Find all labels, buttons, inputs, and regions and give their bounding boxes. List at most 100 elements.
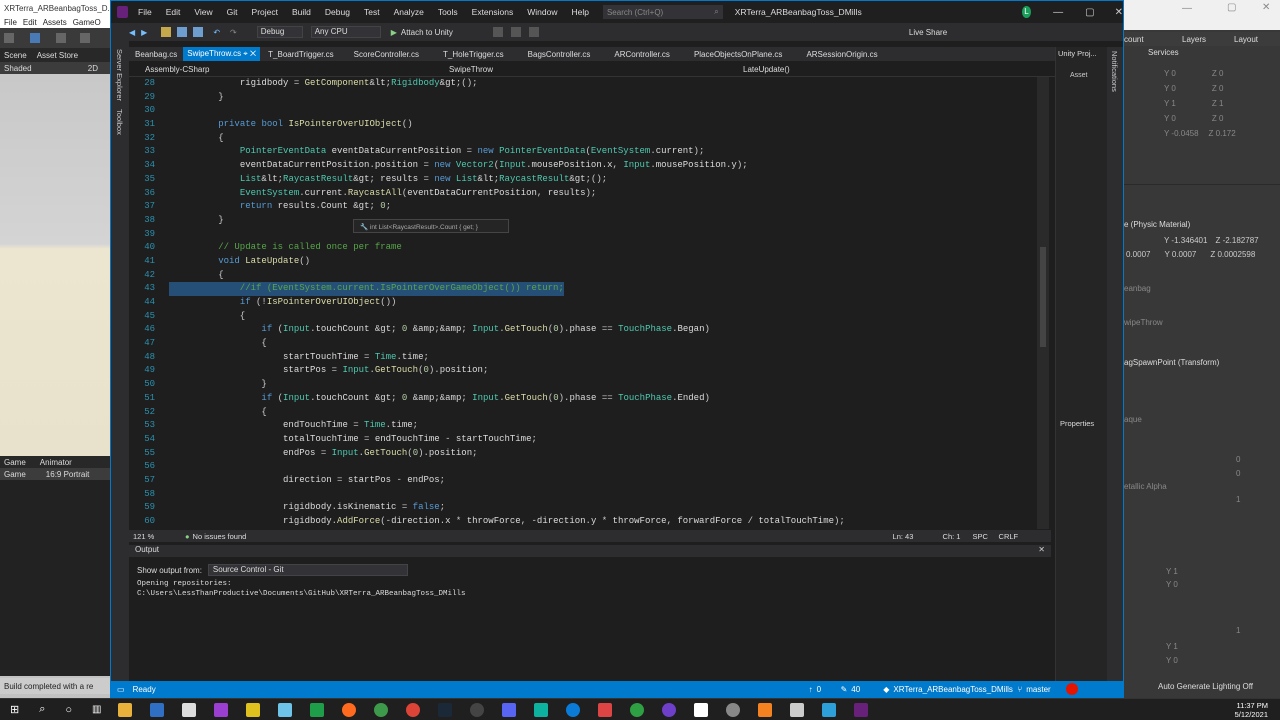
code-editor[interactable]: 28 rigidbody = GetComponent&lt;Rigidbody…	[129, 77, 1037, 529]
code-line[interactable]: 30	[129, 104, 1037, 118]
unity-menu-gameobject[interactable]: GameO	[73, 18, 101, 27]
aspect-dropdown[interactable]: 16:9 Portrait	[46, 470, 90, 479]
issues-status[interactable]: No issues found	[193, 532, 893, 541]
whitespace-mode[interactable]: SPC	[973, 532, 999, 541]
account-dropdown[interactable]: count	[1124, 35, 1168, 44]
chrome-icon[interactable]	[373, 702, 388, 717]
move-tool-icon[interactable]	[30, 33, 40, 43]
excel-icon[interactable]	[309, 702, 324, 717]
menu-test[interactable]: Test	[364, 7, 380, 17]
server-explorer-tab[interactable]: Server Explorer	[115, 49, 124, 101]
app-icon[interactable]	[533, 702, 548, 717]
branch-name[interactable]: master	[1026, 685, 1066, 694]
repo-name[interactable]: XRTerra_ARBeanbagToss_DMills	[893, 685, 1017, 694]
minimize-icon[interactable]: —	[1182, 3, 1192, 14]
discord-icon[interactable]	[501, 702, 516, 717]
nav-class-dropdown[interactable]: SwipeThrow	[429, 65, 719, 74]
code-line[interactable]: 52 {	[129, 406, 1037, 420]
tab-arcontroller[interactable]: ARController.cs	[602, 50, 682, 59]
code-line[interactable]: 39	[129, 228, 1037, 242]
app-icon[interactable]	[469, 702, 484, 717]
visual-studio-icon[interactable]	[853, 702, 868, 717]
transform-z[interactable]: Z 0	[1212, 69, 1224, 78]
display-dropdown[interactable]: Game	[4, 470, 26, 479]
push-count[interactable]: 0	[817, 685, 841, 694]
close-icon[interactable]: ✕	[1262, 2, 1270, 13]
layout-dropdown[interactable]: Layout	[1232, 35, 1258, 44]
menu-debug[interactable]: Debug	[325, 7, 350, 17]
physics-y[interactable]: Y -1.346401	[1164, 236, 1207, 245]
transform-y[interactable]: Y 0	[1164, 114, 1176, 123]
tab-beanbag[interactable]: Beanbag.cs	[129, 50, 183, 59]
edge-icon[interactable]	[565, 702, 580, 717]
menu-build[interactable]: Build	[292, 7, 311, 17]
bottom-value-4[interactable]: Y 1	[1166, 642, 1178, 651]
app-icon[interactable]	[597, 702, 612, 717]
tab-holetrigger[interactable]: T_HoleTrigger.cs	[431, 50, 516, 59]
toolbar-icon[interactable]	[528, 27, 539, 37]
tab-scorecontroller[interactable]: ScoreController.cs	[342, 50, 431, 59]
code-line[interactable]: 29 }	[129, 91, 1037, 105]
config-dropdown[interactable]: Debug	[256, 26, 303, 38]
menu-git[interactable]: Git	[227, 7, 238, 17]
unity-icon[interactable]	[693, 702, 708, 717]
code-line[interactable]: 47 {	[129, 337, 1037, 351]
material-value-3[interactable]: 1	[1236, 495, 1240, 504]
code-line[interactable]: 53 endTouchTime = Time.time;	[129, 419, 1037, 433]
save-all-icon[interactable]	[193, 27, 204, 37]
forward-icon[interactable]: ▶	[141, 28, 147, 37]
cortana-icon[interactable]: ○	[65, 704, 72, 716]
notifications-tab[interactable]: Notifications	[1110, 51, 1119, 92]
nav-member-dropdown[interactable]: LateUpdate()	[719, 65, 790, 74]
app-icon[interactable]	[757, 702, 772, 717]
pencil-icon[interactable]: ✎	[841, 685, 848, 694]
notepad-icon[interactable]	[181, 702, 196, 717]
play-icon[interactable]: ▶	[391, 28, 397, 37]
chrome-icon[interactable]	[405, 702, 420, 717]
file-explorer-icon[interactable]	[117, 702, 132, 717]
code-line[interactable]: 55 endPos = Input.GetTouch(0).position;	[129, 447, 1037, 461]
nav-project-dropdown[interactable]: Assembly-CSharp	[129, 65, 429, 74]
app-icon[interactable]	[661, 702, 676, 717]
app-icon[interactable]	[725, 702, 740, 717]
menu-edit[interactable]: Edit	[166, 7, 181, 17]
transform-z[interactable]: Z 0.172	[1209, 129, 1236, 138]
transform-y[interactable]: Y 0	[1164, 69, 1176, 78]
search-input[interactable]: Search (Ctrl+Q) ⌕	[602, 5, 723, 19]
back-icon[interactable]: ◀	[129, 28, 135, 37]
tab-scene[interactable]: Scene	[4, 51, 27, 60]
toolbar-icon[interactable]	[510, 27, 521, 37]
menu-window[interactable]: Window	[527, 7, 557, 17]
close-output-icon[interactable]: ✕	[1038, 545, 1045, 554]
code-line[interactable]: 42 {	[129, 269, 1037, 283]
open-folder-icon[interactable]	[161, 27, 172, 37]
transform-y[interactable]: Y 1	[1164, 99, 1176, 108]
bottom-value-1[interactable]: Y 1	[1166, 567, 1178, 576]
physics-y2[interactable]: Y 0.0007	[1164, 250, 1196, 259]
code-line[interactable]: 57 direction = startPos - endPos;	[129, 474, 1037, 488]
app-icon[interactable]	[277, 702, 292, 717]
code-line[interactable]: 31 private bool IsPointerOverUIObject()	[129, 118, 1037, 132]
undo-icon[interactable]: ↶	[213, 28, 220, 37]
avatar[interactable]: L	[1021, 6, 1032, 18]
close-tab-icon[interactable]: ✕	[250, 49, 256, 58]
code-line[interactable]: 36 EventSystem.current.RaycastAll(eventD…	[129, 187, 1037, 201]
attach-button[interactable]: Attach to Unity	[401, 28, 453, 37]
notification-badge-icon[interactable]	[1066, 683, 1079, 695]
code-line[interactable]: 58	[129, 488, 1037, 502]
app-icon[interactable]	[629, 702, 644, 717]
scrollbar-thumb[interactable]	[1040, 247, 1046, 347]
menu-file[interactable]: File	[138, 7, 152, 17]
code-line[interactable]: 44 if (!IsPointerOverUIObject())	[129, 296, 1037, 310]
scene-view[interactable]	[0, 74, 112, 456]
code-line[interactable]: 45 {	[129, 310, 1037, 324]
transform-z[interactable]: Z 1	[1212, 99, 1224, 108]
changes-count[interactable]: 40	[851, 685, 883, 694]
material-value-1[interactable]: 0	[1236, 455, 1240, 464]
menu-project[interactable]: Project	[252, 7, 278, 17]
output-source-dropdown[interactable]: Source Control - Git	[207, 564, 408, 576]
scale-tool-icon[interactable]	[80, 33, 90, 43]
menu-tools[interactable]: Tools	[438, 7, 458, 17]
physics-z[interactable]: Z -2.182787	[1215, 236, 1258, 245]
code-line[interactable]: 49 startPos = Input.GetTouch(0).position…	[129, 364, 1037, 378]
